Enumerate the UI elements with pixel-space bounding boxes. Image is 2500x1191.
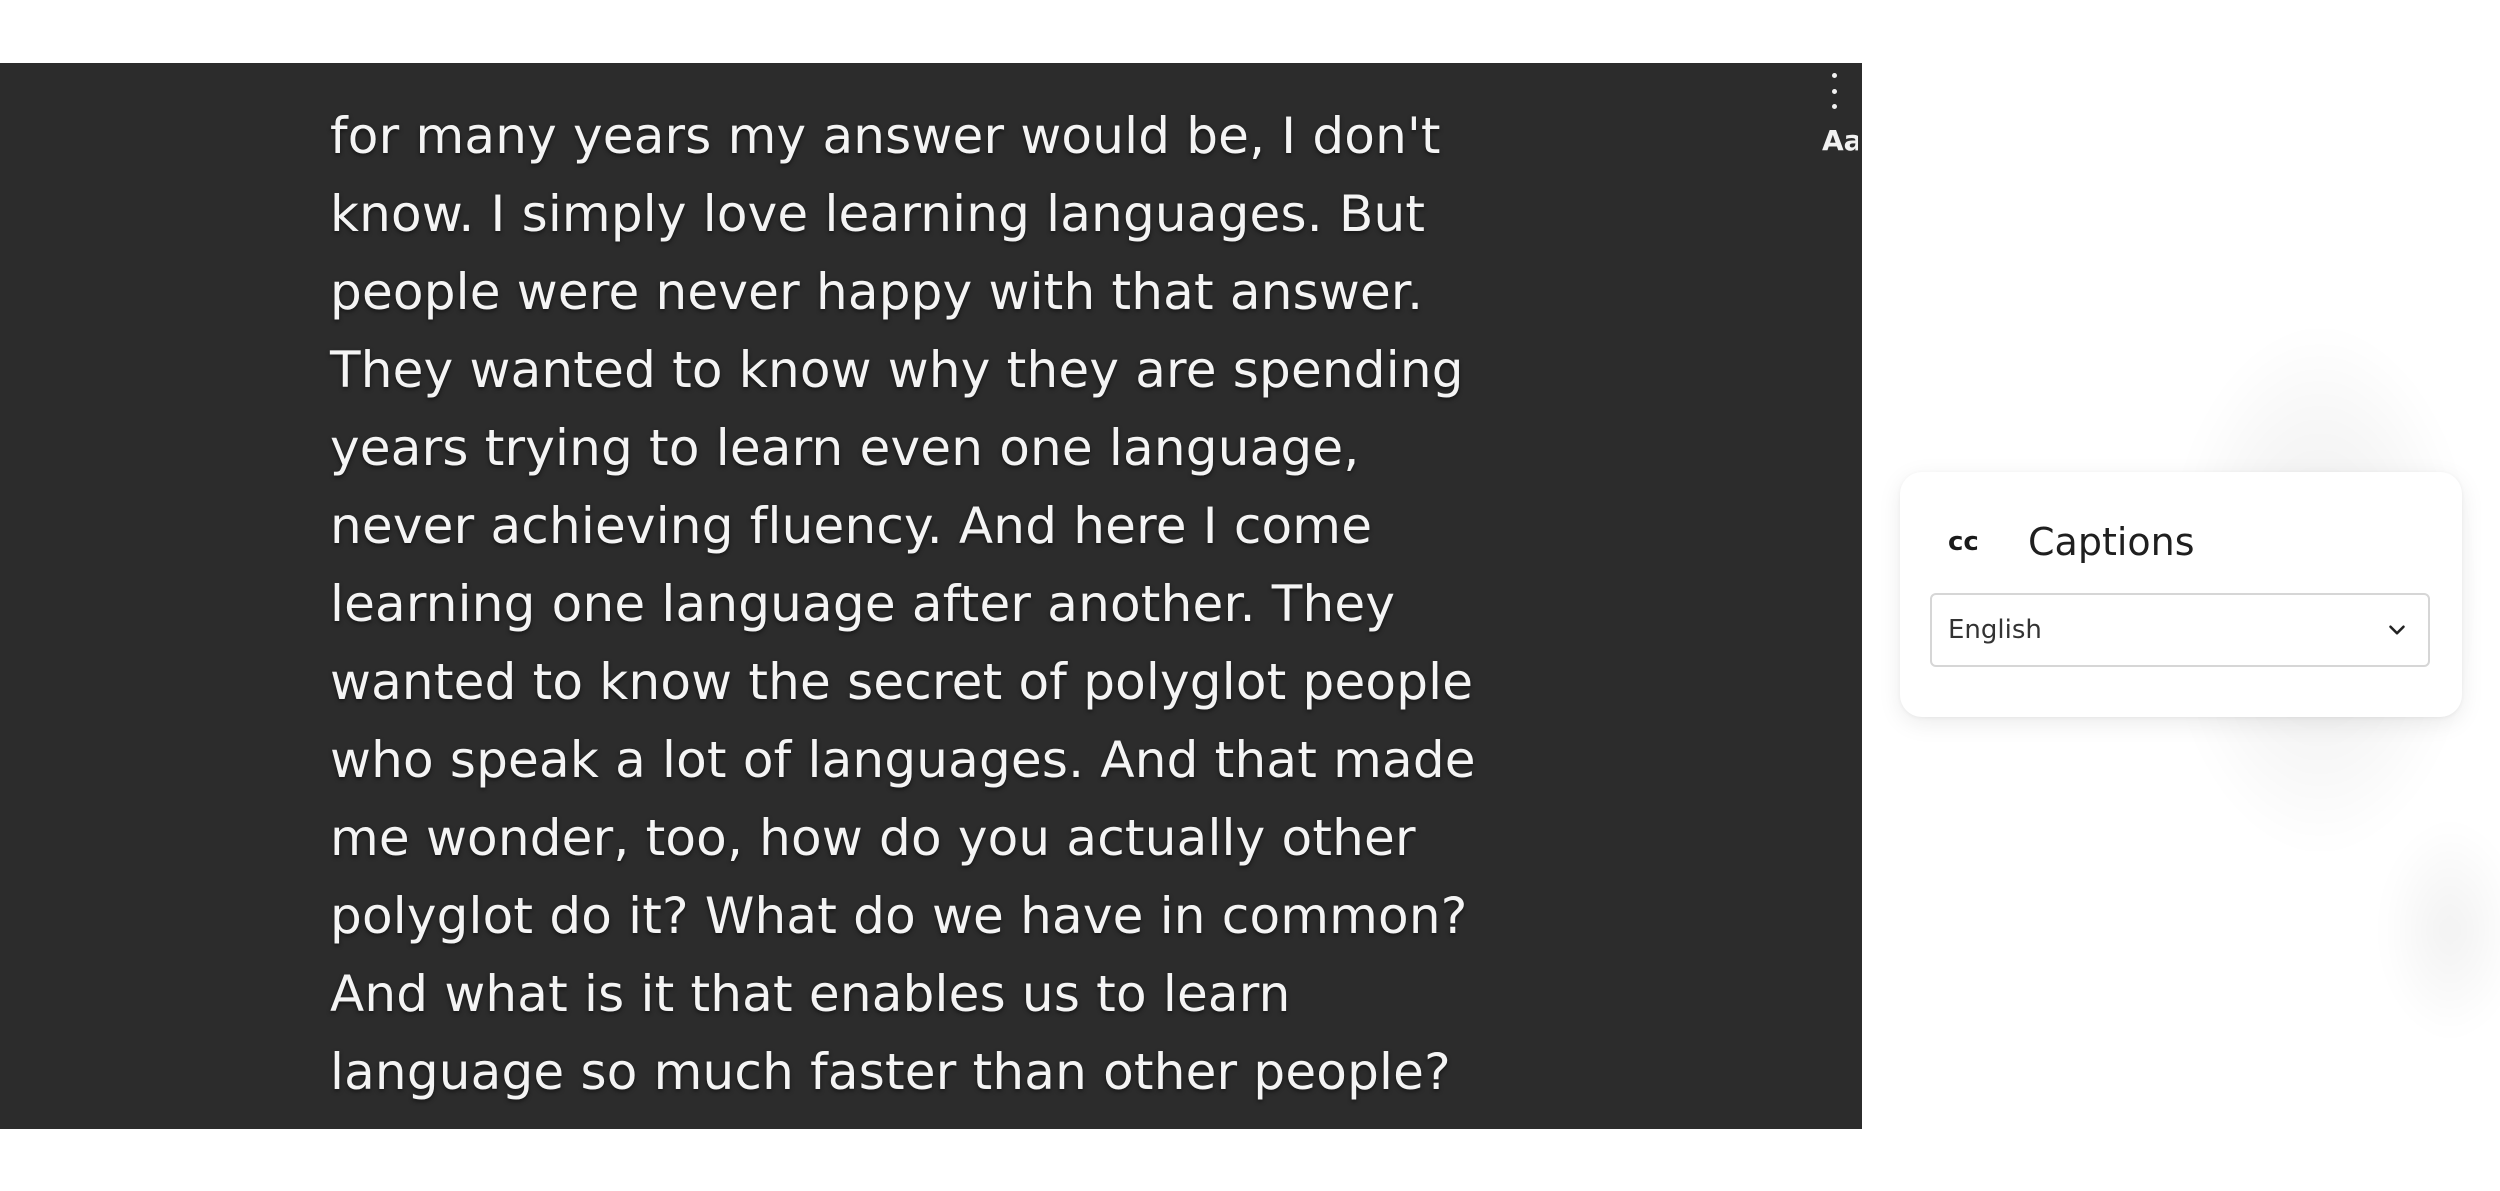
transcript-line: me wonder, too, how do you actually othe… [330,809,1416,867]
selected-language: English [1948,615,2042,645]
transcript-line: who speak a lot of languages. And that m… [330,731,1476,789]
transcript-line: wanted to know the secret of polyglot pe… [330,653,1474,711]
more-options-button[interactable] [1822,73,1846,109]
video-transcript-pane: for many years my answer would be, I don… [0,63,1862,1129]
caption-language-select[interactable]: English [1930,593,2430,667]
transcript-line: years trying to learn even one language, [330,419,1360,477]
font-size-button[interactable]: Aa [1822,121,1858,161]
page: for many years my answer would be, I don… [0,0,2500,1191]
transcript-line: people were never happy with that answer… [330,263,1424,321]
background-shadow [2380,820,2500,1040]
transcript-line: language so much faster than other peopl… [330,1043,1451,1101]
transcript-line: polyglot do it? What do we have in commo… [330,887,1468,945]
captions-panel: cc Captions English [1900,472,2462,717]
captions-title: Captions [2028,520,2195,564]
transcript-line: never achieving fluency. And here I come [330,497,1373,555]
more-options-icon [1831,104,1837,109]
transcript-line: And what is it that enables us to learn [330,965,1291,1023]
closed-captions-icon: cc [1948,527,1979,557]
more-options-icon [1831,88,1837,94]
transcript-line: learning one language after another. The… [330,575,1396,633]
more-options-icon [1831,73,1837,78]
chevron-down-icon [2389,625,2405,635]
transcript-line: for many years my answer would be, I don… [330,107,1441,165]
transcript-text: for many years my answer would be, I don… [330,97,1580,1111]
captions-header: cc Captions [1948,510,2195,574]
transcript-line: know. I simply love learning languages. … [330,185,1426,243]
transcript-line: They wanted to know why they are spendin… [330,341,1464,399]
